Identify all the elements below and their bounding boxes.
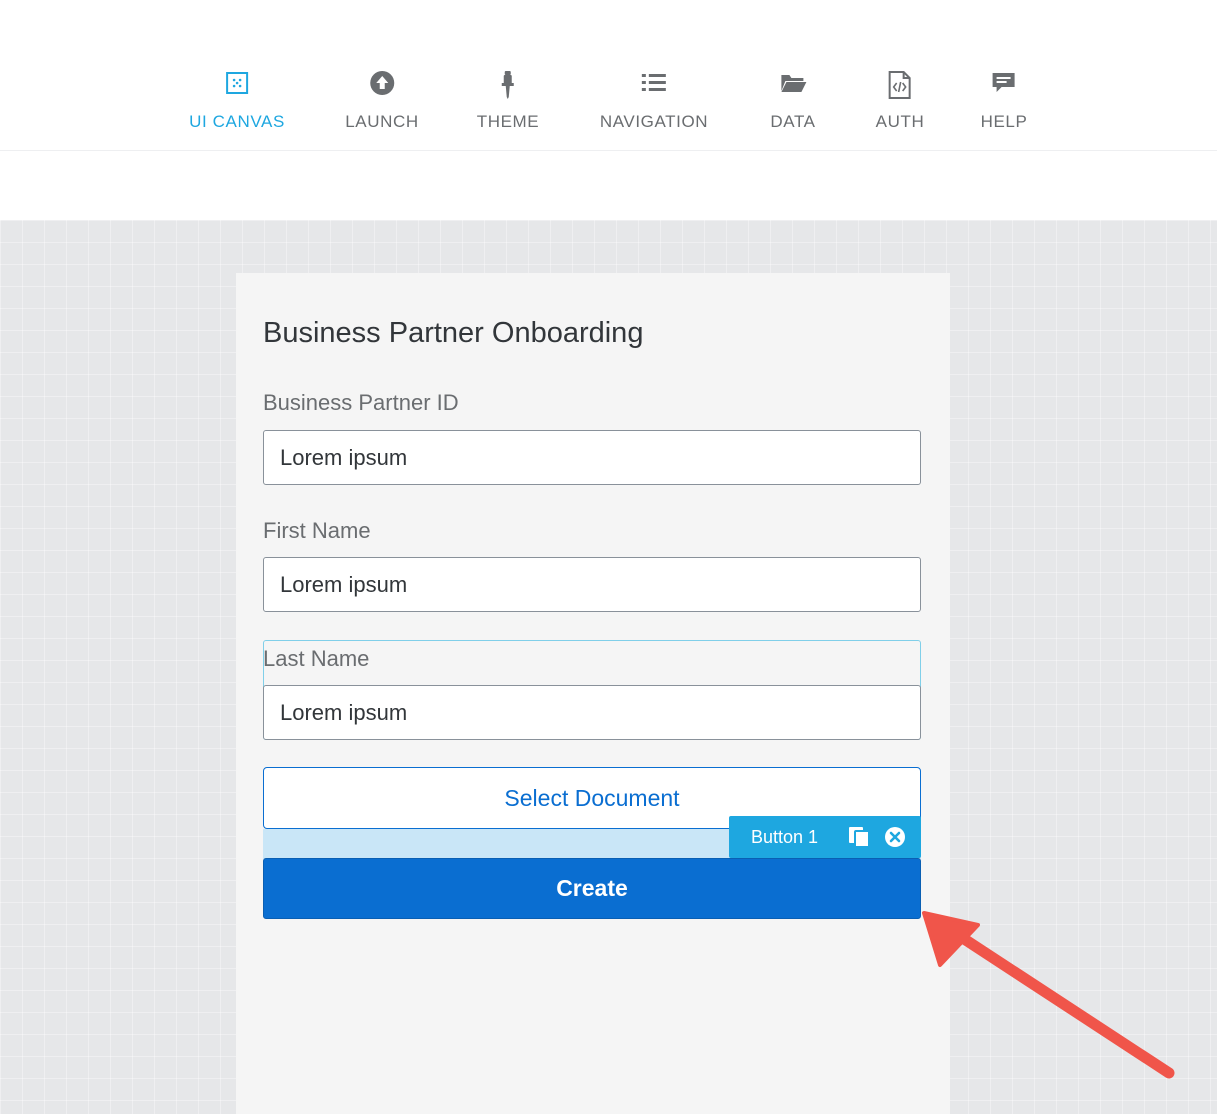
last-name-label: Last Name (263, 646, 370, 671)
toolbar-item-navigation[interactable]: NAVIGATION (600, 70, 708, 136)
copy-icon[interactable] (847, 825, 873, 849)
canvas-icon (223, 70, 251, 100)
list-icon (640, 70, 668, 100)
toolbar-item-ui-canvas[interactable]: UI CANVAS (189, 70, 285, 136)
theme-icon (494, 70, 522, 100)
page-title: Business Partner Onboarding (263, 317, 644, 349)
folder-icon (779, 70, 807, 100)
app-preview: Business Partner Onboarding Business Par… (236, 273, 950, 1114)
toolbar-item-data[interactable]: DATA (770, 70, 815, 136)
code-file-icon (886, 70, 914, 100)
chat-icon (990, 70, 1018, 100)
create-button[interactable]: Create (263, 858, 921, 919)
selected-control-tag: Button 1 (729, 816, 921, 858)
business-partner-id-input[interactable] (263, 430, 921, 485)
toolbar-item-auth[interactable]: AUTH (876, 70, 925, 136)
toolbar-item-label: DATA (770, 112, 816, 131)
toolbar-item-label: AUTH (875, 112, 925, 131)
close-icon[interactable] (883, 825, 907, 849)
toolbar-item-help[interactable]: HELP (981, 70, 1028, 136)
annotation-arrow (922, 911, 1175, 1079)
first-name-label: First Name (263, 518, 371, 543)
toolbar-item-launch[interactable]: LAUNCH (345, 70, 419, 136)
toolbar-item-label: NAVIGATION (599, 112, 709, 131)
business-partner-id-label: Business Partner ID (263, 390, 459, 415)
top-toolbar: UI CANVAS LAUNCH THEME NAVIGATION DATA A… (0, 0, 1217, 151)
selected-control-label: Button 1 (751, 827, 819, 847)
launch-icon (368, 70, 396, 100)
toolbar-item-theme[interactable]: THEME (477, 70, 540, 136)
sub-toolbar (0, 151, 1217, 220)
toolbar-item-label: UI CANVAS (189, 112, 285, 131)
toolbar-item-label: THEME (476, 112, 540, 131)
last-name-input[interactable] (263, 685, 921, 740)
toolbar-item-label: LAUNCH (345, 112, 419, 131)
toolbar-item-label: HELP (980, 112, 1028, 131)
first-name-input[interactable] (263, 557, 921, 612)
